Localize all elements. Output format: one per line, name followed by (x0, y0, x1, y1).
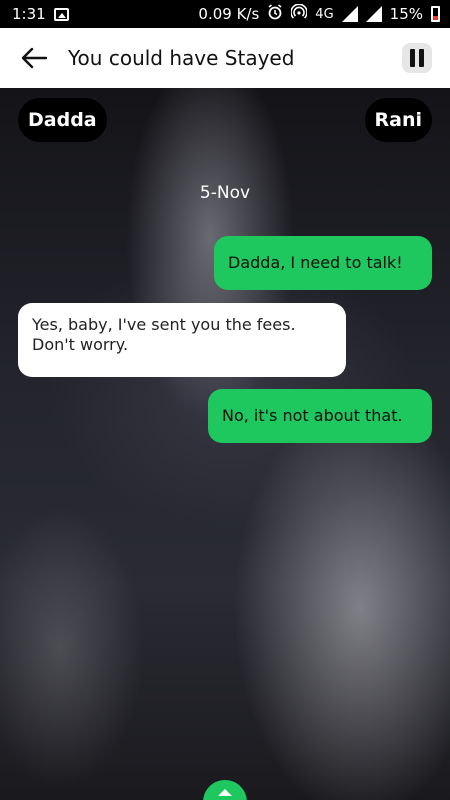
back-button[interactable] (18, 42, 50, 74)
hotspot-icon (290, 3, 309, 24)
message-bubble-outgoing: Dadda, I need to talk! (214, 236, 432, 290)
chevron-up-icon (218, 789, 232, 796)
pause-button[interactable] (402, 43, 432, 73)
participant-chip-right: Rani (364, 98, 432, 142)
signal-icon (341, 6, 358, 22)
status-left: 1:31 (12, 5, 69, 23)
signal-icon-2 (365, 6, 382, 22)
alarm-icon (267, 4, 283, 24)
network-speed: 0.09 K/s (198, 5, 260, 23)
image-notification-icon (53, 7, 69, 21)
status-time: 1:31 (12, 5, 46, 23)
pause-icon (410, 49, 415, 67)
status-bar: 1:31 0.09 K/s 4G 15% (0, 0, 450, 28)
network-type: 4G (315, 6, 334, 22)
arrow-left-icon (21, 47, 47, 69)
date-separator: 5-Nov (199, 183, 251, 203)
message-bubble-incoming: Yes, baby, I've sent you the fees. Don't… (18, 303, 346, 377)
message-bubble-outgoing: No, it's not about that. (208, 389, 432, 443)
battery-level: 15% (389, 5, 423, 23)
battery-icon (431, 6, 440, 22)
chat-area[interactable]: Dadda Rani 5-Nov Dadda, I need to talk! … (0, 88, 450, 800)
page-title: You could have Stayed (68, 46, 295, 70)
participant-chip-left: Dadda (18, 98, 107, 142)
pause-icon-bar (419, 49, 424, 67)
status-right: 0.09 K/s 4G 15% (198, 3, 440, 24)
app-bar: You could have Stayed (0, 28, 450, 88)
